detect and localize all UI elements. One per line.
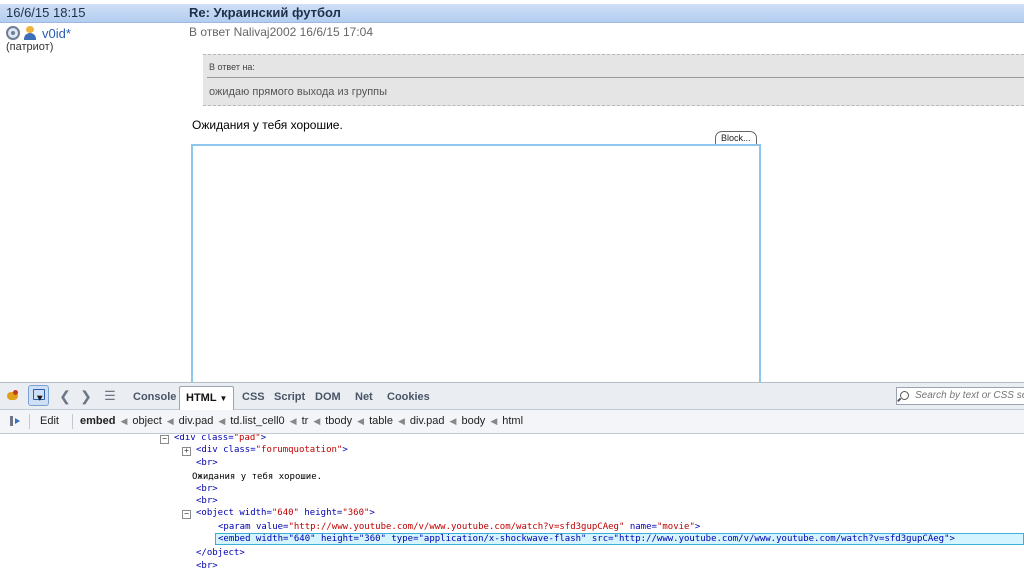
tab-html-label: HTML — [186, 392, 217, 404]
breadcrumb-item-td[interactable]: td.list_cell0 — [230, 415, 284, 428]
breadcrumb-arrow-icon: ◀ — [313, 416, 321, 426]
devtools-panel: ❮ ❯ ☰ Console HTML ▼ CSS Script DOM Net C… — [0, 382, 1024, 575]
search-icon — [900, 391, 909, 400]
inspect-icon[interactable] — [28, 385, 49, 406]
breadcrumb-arrow-icon: ◀ — [218, 416, 226, 426]
user-icon[interactable] — [23, 26, 37, 40]
tree-val: "movie" — [656, 522, 695, 532]
post-title[interactable]: Re: Украинский футбол — [189, 5, 341, 20]
tree-tag: > — [342, 445, 348, 455]
tree-tag: param — [223, 522, 251, 532]
expand-icon[interactable]: + — [182, 447, 191, 456]
post-header: 16/6/15 18:15 Re: Украинский футбол — [0, 4, 1024, 23]
breadcrumb-item-embed[interactable]: embed — [80, 415, 115, 428]
divider — [72, 414, 73, 429]
breadcrumb-bar: Edit embed ◀ object ◀ div.pad ◀ td.list_… — [0, 410, 1024, 434]
embedded-video-frame[interactable] — [191, 144, 761, 386]
breadcrumb-item-body[interactable]: body — [461, 415, 485, 428]
tree-node-br[interactable]: <br> — [196, 560, 218, 572]
collapse-icon[interactable]: − — [182, 510, 191, 519]
tab-script[interactable]: Script — [274, 391, 305, 403]
breadcrumb-arrow-icon: ◀ — [397, 416, 405, 426]
tree-attr: value — [255, 522, 284, 532]
username-link[interactable]: v0id* — [42, 26, 71, 41]
breadcrumb-item-object[interactable]: object — [132, 415, 161, 428]
post-body-text: Ожидания у тебя хорошие. — [192, 118, 343, 132]
tab-net[interactable]: Net — [355, 391, 373, 403]
breadcrumb-arrow-icon: ◀ — [120, 416, 128, 426]
tab-dom[interactable]: DOM — [315, 391, 341, 403]
divider — [29, 414, 30, 429]
tree-tag: object — [201, 508, 234, 518]
back-icon[interactable]: ❮ — [56, 387, 74, 405]
breadcrumb-arrow-icon: ◀ — [357, 416, 365, 426]
tab-cookies[interactable]: Cookies — [387, 391, 430, 403]
breadcrumb-arrow-icon: ◀ — [490, 416, 498, 426]
quote-label: В ответ на: — [209, 62, 255, 72]
tree-attr: class — [201, 434, 229, 443]
quote-box: В ответ на: ожидаю прямого выхода из гру… — [203, 54, 1024, 106]
post-date: 16/6/15 18:15 — [6, 5, 86, 20]
tree-text-node[interactable]: Ожидания у тебя хорошие. — [192, 471, 322, 483]
tree-tag: > — [369, 508, 375, 518]
quote-text: ожидаю прямого выхода из группы — [209, 86, 388, 98]
tab-html[interactable]: HTML ▼ — [179, 386, 235, 410]
breadcrumb-item-html[interactable]: html — [502, 415, 523, 428]
tree-tag: > — [694, 522, 701, 532]
tab-html-dropdown-icon[interactable]: ▼ — [220, 394, 228, 403]
tree-node-object[interactable]: − <object width="640" height="360"> — [182, 507, 375, 519]
tree-node-br[interactable]: <br> — [196, 457, 218, 469]
tree-attr: class — [223, 445, 251, 455]
edit-button[interactable]: Edit — [40, 415, 59, 427]
tree-attr: width — [239, 508, 267, 518]
tree-attr: height — [304, 508, 337, 518]
tree-tag: > — [260, 434, 267, 443]
breadcrumb: embed ◀ object ◀ div.pad ◀ td.list_cell0… — [80, 415, 528, 428]
rank-icon — [6, 26, 20, 40]
tab-css[interactable]: CSS — [242, 391, 265, 403]
tree-tag: div — [201, 445, 218, 455]
tree-val: "pad" — [233, 434, 261, 443]
tree-node-br[interactable]: <br> — [196, 483, 218, 495]
forward-icon[interactable]: ❯ — [77, 387, 95, 405]
block-button[interactable]: Block... — [715, 131, 757, 145]
breadcrumb-arrow-icon: ◀ — [449, 416, 457, 426]
breadcrumb-item-tbody[interactable]: tbody — [325, 415, 352, 428]
user-row: v0id* — [6, 26, 71, 41]
tree-node-param[interactable]: <param value="http://www.youtube.com/v/w… — [218, 521, 700, 533]
reply-info: В ответ Nalivaj2002 16/6/15 17:04 — [189, 25, 374, 39]
firebug-icon[interactable] — [4, 387, 22, 405]
tree-val: "forumquotation" — [255, 445, 343, 455]
quote-divider — [207, 77, 1024, 78]
tree-node-div-pad[interactable]: − <div class="pad"> — [160, 434, 266, 444]
tree-val: "640" — [271, 508, 299, 518]
tree-node-embed[interactable]: <embed width="640" height="360" type="ap… — [215, 533, 1024, 545]
tree-node-br[interactable]: <br> — [196, 495, 218, 507]
html-tree: − <div class="pad"> + <div class="forumquo… — [0, 434, 1024, 575]
command-list-icon[interactable]: ☰ — [101, 387, 119, 405]
tree-tag: div — [179, 434, 196, 443]
tree-node-forumquotation[interactable]: + <div class="forumquotation"> — [182, 444, 348, 456]
breadcrumb-item-table[interactable]: table — [369, 415, 393, 428]
devtools-tabbar: ❮ ❯ ☰ Console HTML ▼ CSS Script DOM Net C… — [0, 383, 1024, 410]
collapse-icon[interactable]: − — [160, 435, 169, 444]
breadcrumb-item-div-pad[interactable]: div.pad — [179, 415, 214, 428]
search-box[interactable] — [896, 387, 1024, 405]
tree-val: "http://www.youtube.com/v/www.youtube.co… — [288, 522, 625, 532]
breadcrumb-arrow-icon: ◀ — [166, 416, 174, 426]
tab-console[interactable]: Console — [133, 391, 176, 403]
tree-attr: name — [629, 522, 652, 532]
breadcrumb-item-tr[interactable]: tr — [302, 415, 309, 428]
user-status: (патриот) — [6, 41, 54, 53]
breadcrumb-item-div-pad-2[interactable]: div.pad — [410, 415, 445, 428]
tree-node-object-close[interactable]: </object> — [196, 547, 245, 559]
tree-val: "360" — [342, 508, 370, 518]
search-input[interactable] — [915, 390, 1024, 401]
breadcrumb-arrow-icon: ◀ — [289, 416, 297, 426]
panel-toggle-icon[interactable] — [9, 415, 21, 427]
